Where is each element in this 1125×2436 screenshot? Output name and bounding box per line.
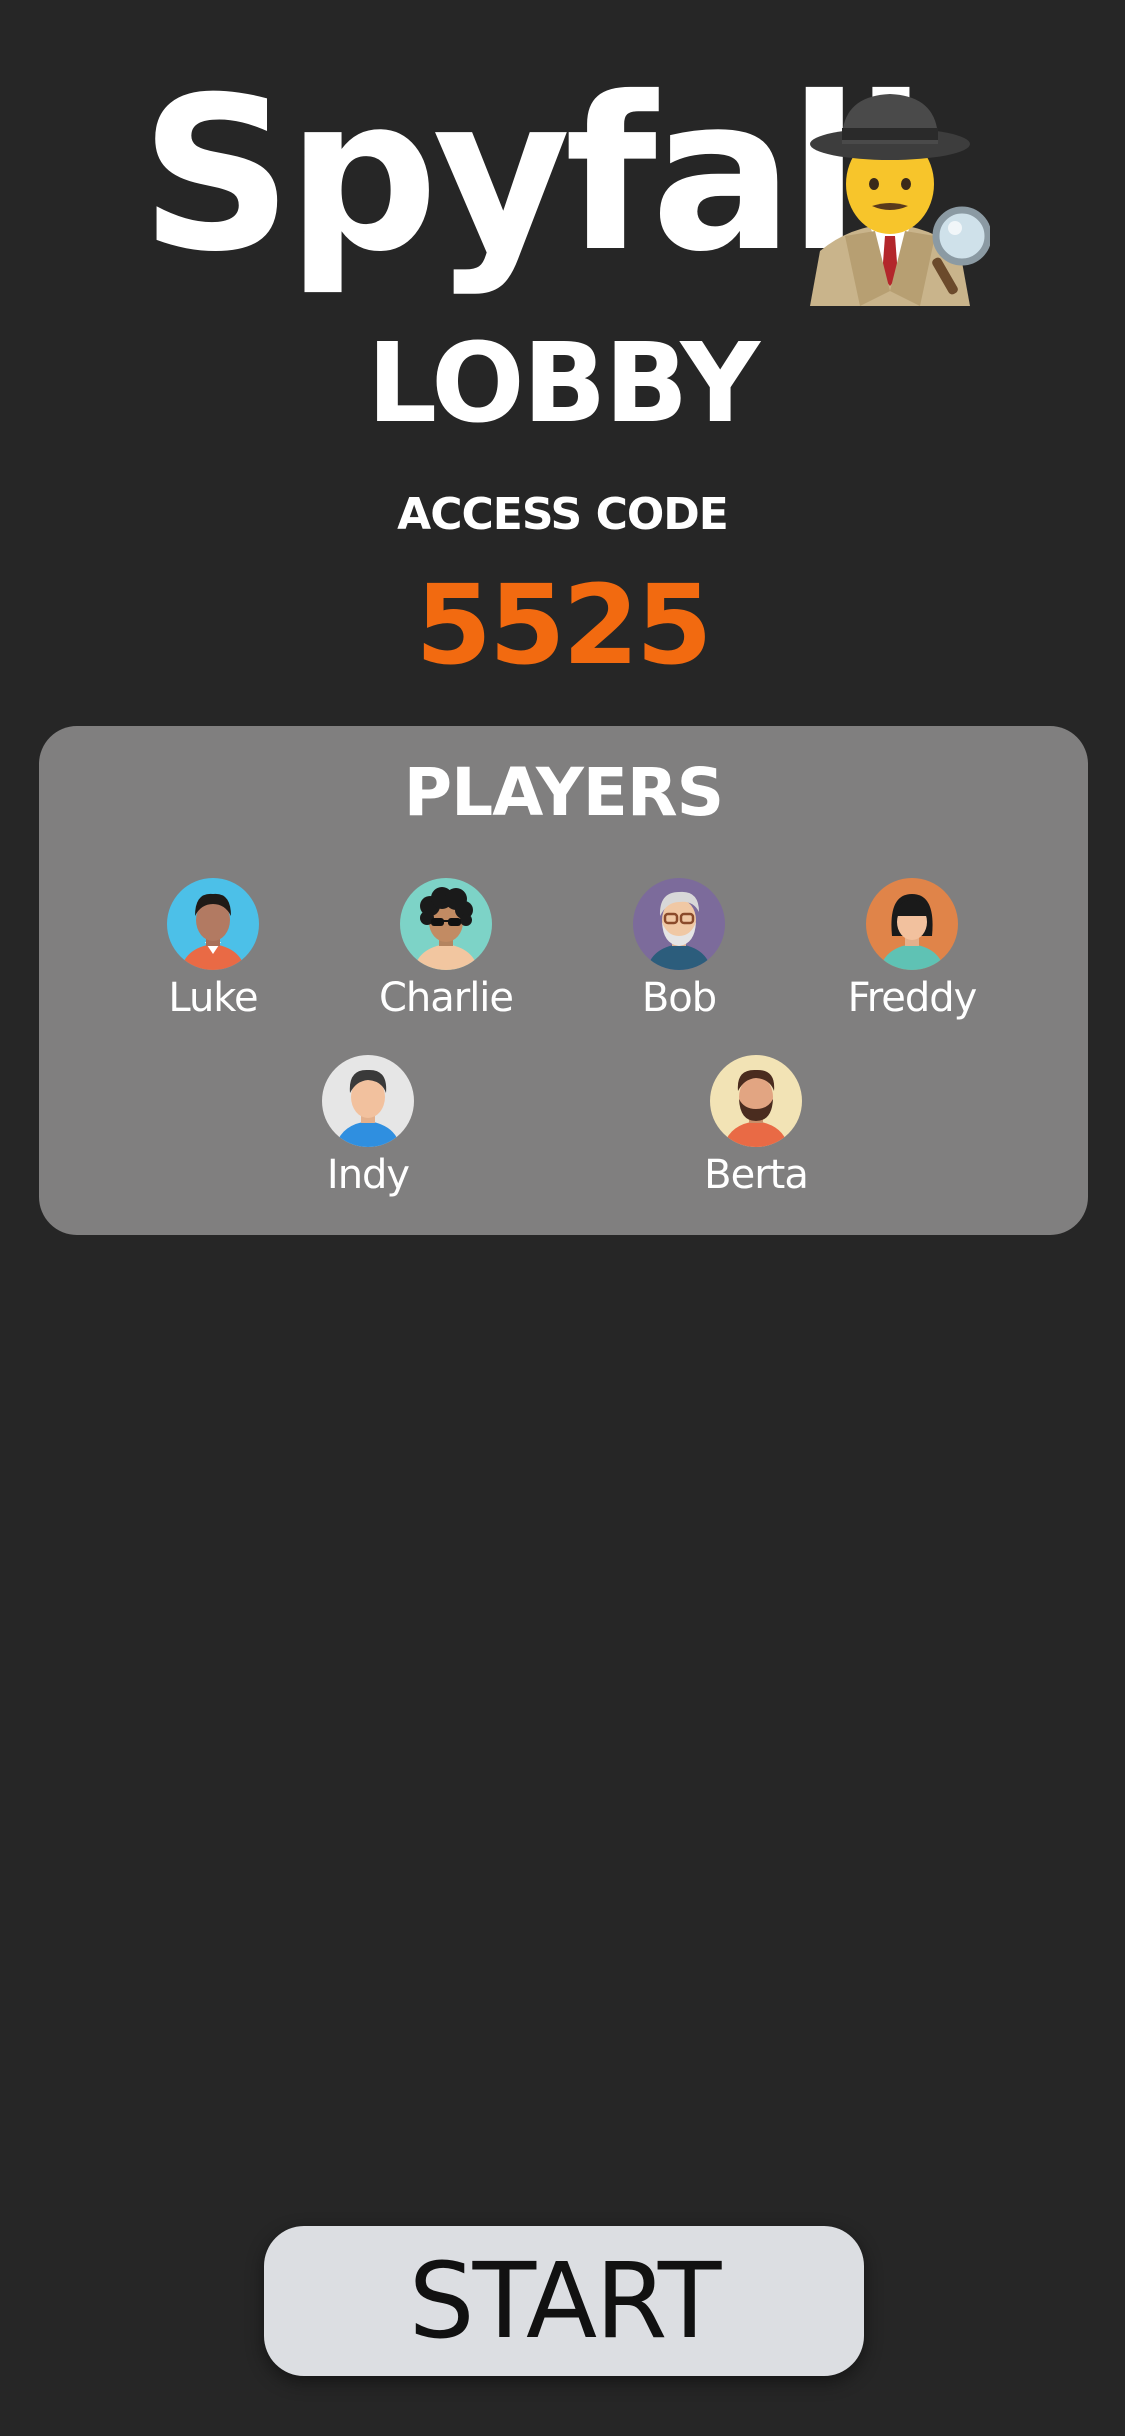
access-code-label: ACCESS CODE — [397, 489, 729, 540]
avatar-woman-bob-hair-icon — [866, 878, 958, 970]
player-item: Luke — [93, 878, 333, 1024]
player-name: Indy — [326, 1152, 410, 1198]
start-button[interactable]: START — [264, 2226, 864, 2376]
player-item: Freddy — [792, 878, 1032, 1024]
player-item: Berta — [636, 1055, 876, 1201]
avatar-old-man-glasses-icon — [633, 878, 725, 970]
avatar-curly-hair-sunglasses-icon — [400, 878, 492, 970]
player-item: Bob — [559, 878, 799, 1024]
detective-icon — [810, 94, 990, 306]
header: Spyfall — [0, 50, 1125, 306]
player-name: Bob — [641, 975, 717, 1021]
players-title: PLAYERS — [403, 754, 724, 831]
access-code: 5525 — [415, 561, 712, 689]
player-name: Charlie — [378, 975, 514, 1021]
player-item: Indy — [248, 1055, 488, 1201]
avatar-man-dark-hair-icon — [322, 1055, 414, 1147]
player-name: Freddy — [847, 975, 978, 1021]
player-item: Charlie — [326, 878, 566, 1024]
avatar-man-short-hair-icon — [167, 878, 259, 970]
player-name: Luke — [168, 975, 258, 1021]
avatar-bearded-man-icon — [710, 1055, 802, 1147]
lobby-title: LOBBY — [366, 319, 760, 447]
players-panel: PLAYERS Luke Charlie Bob Freddy Indy Ber… — [39, 726, 1088, 1235]
player-name: Berta — [704, 1152, 809, 1198]
